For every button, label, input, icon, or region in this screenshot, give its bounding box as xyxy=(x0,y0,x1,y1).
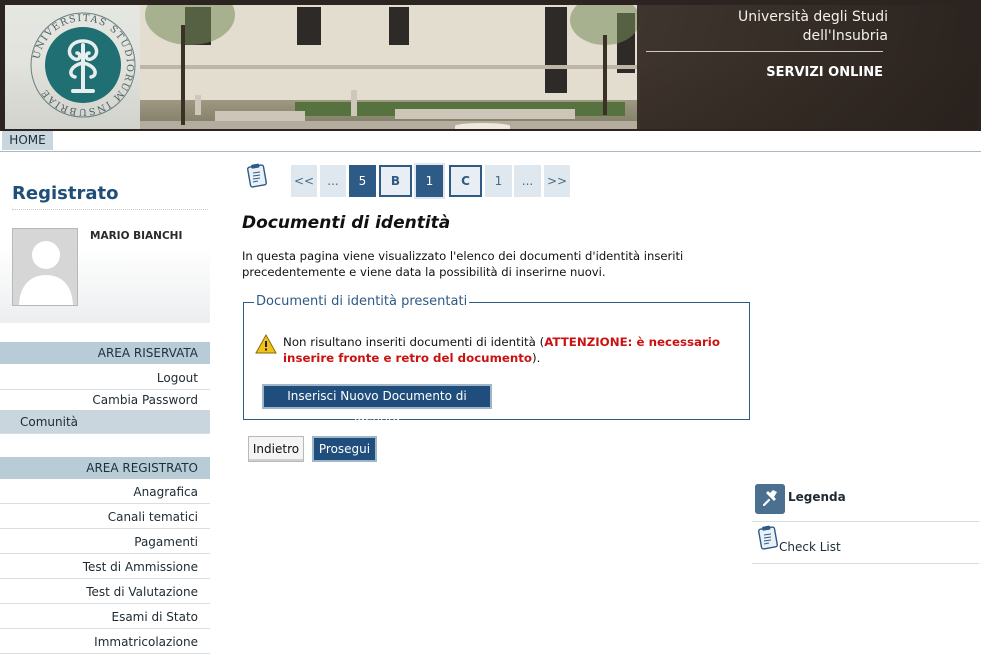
sidebar: Registrato MARIO BIANCHI AREA RISERVATA … xyxy=(0,153,210,664)
pager-last[interactable]: >> xyxy=(544,165,570,197)
top-navigation: HOME xyxy=(0,131,981,152)
documents-fieldset: Documenti di identità presentati Non ris… xyxy=(243,294,750,424)
sidebar-item-test-ammissione[interactable]: Test di Ammissione xyxy=(0,555,210,579)
pager-step-current[interactable]: 1 xyxy=(416,165,443,197)
back-button[interactable]: Indietro xyxy=(248,436,304,462)
pager-ellipsis-right: ... xyxy=(514,165,541,197)
area-registrato-heading: AREA REGISTRATO xyxy=(0,457,210,479)
sidebar-item-cambia-password[interactable]: Cambia Password xyxy=(0,388,210,412)
university-seal-logo: UNIVERSITAS STUDIORUM INSUBRIAE xyxy=(30,12,136,118)
sidebar-item-pagamenti[interactable]: Pagamenti xyxy=(0,530,210,554)
checklist-label: Check List xyxy=(779,540,841,554)
page-intro: In questa pagina viene visualizzato l'el… xyxy=(242,249,684,279)
user-name: MARIO BIANCHI xyxy=(90,230,183,242)
servizi-online-link[interactable]: SERVIZI ONLINE xyxy=(766,65,883,80)
home-tab[interactable]: HOME xyxy=(2,131,53,150)
site-header: UNIVERSITAS STUDIORUM INSUBRIAE Universi… xyxy=(0,0,981,131)
avatar xyxy=(12,228,78,306)
sidebar-item-canali-tematici[interactable]: Canali tematici xyxy=(0,505,210,529)
sidebar-item-test-valutazione[interactable]: Test di Valutazione xyxy=(0,580,210,604)
sidebar-item-immatricolazione[interactable]: Immatricolazione xyxy=(0,630,210,654)
sidebar-title: Registrato xyxy=(12,183,119,204)
warning-suffix: ). xyxy=(532,351,541,365)
user-silhouette-icon xyxy=(13,229,77,305)
sidebar-item-anagrafica[interactable]: Anagrafica xyxy=(0,480,210,504)
page-title: Documenti di identità xyxy=(242,213,451,233)
university-name-line2: dell'Insubria xyxy=(802,28,888,44)
pager-first[interactable]: << xyxy=(291,165,317,197)
area-riservata-heading: AREA RISERVATA xyxy=(0,342,210,364)
checklist-icon[interactable] xyxy=(247,163,269,189)
legend-link[interactable]: Legenda xyxy=(752,480,979,522)
pin-icon xyxy=(755,484,785,514)
pager-step-5[interactable]: 5 xyxy=(349,165,376,197)
fieldset-legend: Documenti di identità presentati xyxy=(254,294,470,309)
checklist-icon xyxy=(758,525,778,550)
university-name-line1: Università degli Studi xyxy=(737,9,888,25)
legend-label: Legenda xyxy=(788,490,846,504)
sidebar-divider xyxy=(12,209,208,210)
sidebar-item-esami-di-stato[interactable]: Esami di Stato xyxy=(0,605,210,629)
checklist-link[interactable]: Check List xyxy=(752,522,979,564)
next-button[interactable]: Prosegui xyxy=(312,436,377,462)
pager-step-c[interactable]: C xyxy=(449,165,482,197)
sidebar-item-logout[interactable]: Logout xyxy=(0,366,210,390)
header-divider xyxy=(646,51,883,52)
warning-message: Non risultano inseriti documenti di iden… xyxy=(283,334,733,366)
sidebar-item-comunita[interactable]: Comunità xyxy=(0,410,210,434)
warning-prefix: Non risultano inseriti documenti di iden… xyxy=(283,335,545,349)
pager-ellipsis-left: ... xyxy=(320,165,346,197)
warning-icon xyxy=(255,334,277,354)
pager-step-1-next[interactable]: 1 xyxy=(485,165,512,197)
user-box: Registrato MARIO BIANCHI xyxy=(0,153,210,323)
pager-step-b[interactable]: B xyxy=(379,165,412,197)
insert-document-button[interactable]: Inserisci Nuovo Documento di Identità xyxy=(262,384,492,424)
